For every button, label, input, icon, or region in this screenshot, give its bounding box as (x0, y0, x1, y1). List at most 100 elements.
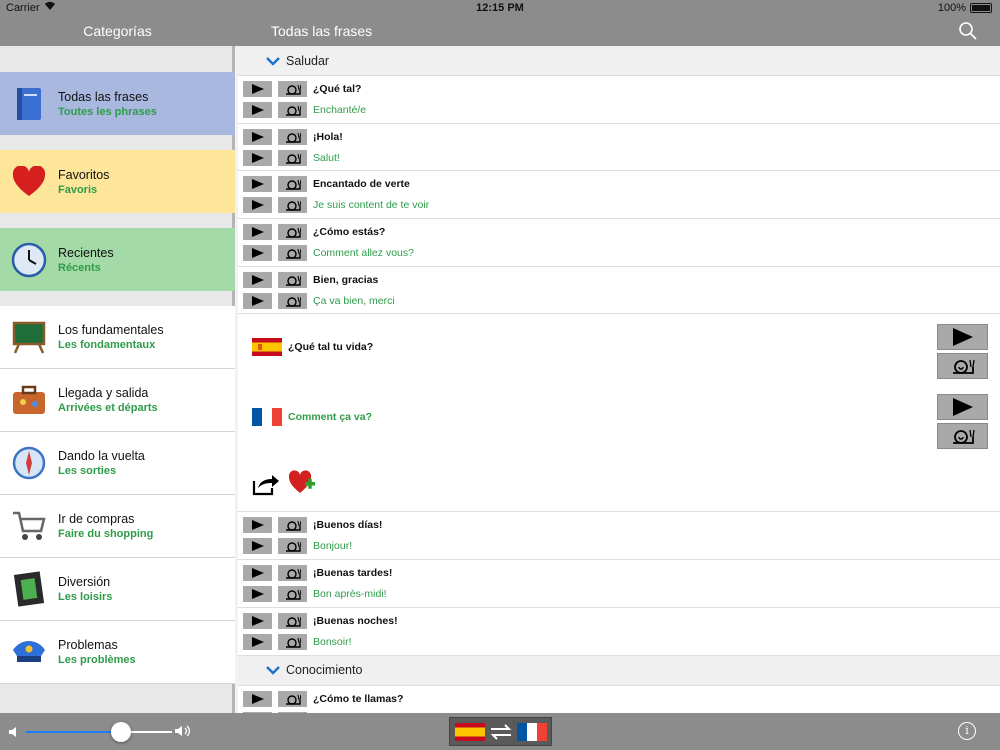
phrase-row[interactable]: ¿Qué tal? Enchanté/e (238, 76, 1000, 124)
navigation-bar: Categorías Todas las frases (0, 16, 1000, 46)
play-button[interactable] (243, 245, 272, 262)
slow-play-french-button[interactable] (937, 423, 988, 450)
play-icon (251, 152, 264, 163)
play-button[interactable] (243, 612, 272, 629)
cart-icon (0, 509, 58, 543)
phrase-spanish: ¡Buenos días! (313, 519, 383, 532)
sidebar-item-favoritos[interactable]: Favoritos Favoris (0, 150, 235, 213)
phrase-row[interactable]: ¿Cómo estás? Comment allez vous? (238, 219, 1000, 267)
snail-icon (285, 84, 301, 95)
snail-icon (285, 227, 301, 238)
slow-play-spanish-button[interactable] (937, 353, 988, 380)
phrase-spanish: ¿Cómo estás? (313, 226, 386, 239)
play-button[interactable] (243, 633, 272, 650)
slow-play-button[interactable] (278, 612, 307, 629)
play-button[interactable] (243, 81, 272, 97)
volume-slider-knob[interactable] (110, 722, 131, 742)
share-icon[interactable] (252, 472, 280, 501)
slow-play-button[interactable] (278, 176, 307, 193)
section-header-conocimiento[interactable]: Conocimiento (238, 655, 1000, 686)
slow-play-button[interactable] (278, 128, 307, 145)
slow-play-button[interactable] (278, 517, 307, 534)
sidebar-item-ir-de-compras[interactable]: Ir de compras Faire du shopping (0, 495, 235, 558)
play-button[interactable] (243, 224, 272, 241)
slow-play-button[interactable] (278, 197, 307, 214)
sidebar-item-problemas[interactable]: Problemas Les problèmes (0, 621, 235, 684)
play-button[interactable] (243, 517, 272, 534)
play-button[interactable] (243, 197, 272, 214)
slow-play-button[interactable] (278, 586, 307, 603)
slow-play-button[interactable] (278, 292, 307, 309)
sidebar-item-sublabel: Récents (58, 261, 101, 274)
play-button[interactable] (243, 176, 272, 193)
phrase-row[interactable]: ¿Cómo te llamas? (238, 686, 1000, 713)
phrase-french: Bonjour! (313, 540, 353, 553)
slow-play-button[interactable] (278, 102, 307, 118)
section-header-saludar[interactable]: Saludar (238, 46, 1000, 76)
sidebar-item-diversión[interactable]: Diversión Les loisirs (0, 558, 235, 621)
slow-play-button[interactable] (278, 538, 307, 555)
france-flag-icon (252, 408, 282, 427)
phrase-row[interactable]: ¡Hola! Salut! (238, 124, 1000, 172)
play-icon (251, 200, 264, 211)
phrase-row[interactable]: ¡Buenas noches! Bonsoir! (238, 608, 1000, 656)
chevron-down-icon (266, 56, 280, 66)
search-icon[interactable] (958, 21, 978, 41)
phrase-french: Ça va bien, merci (313, 294, 395, 307)
phrase-row[interactable]: ¡Buenos días! Bonjour! (238, 512, 1000, 561)
play-button[interactable] (243, 128, 272, 145)
status-bar: Carrier 12:15 PM 100% (0, 0, 1000, 16)
play-button[interactable] (243, 149, 272, 166)
phrase-french: Enchanté/e (313, 104, 367, 116)
phrase-list[interactable]: Saludar ¿Qué tal? Enchanté/e ¡Hola! Salut! E… (238, 46, 1000, 713)
sidebar-item-dando-la-vuelta[interactable]: Dando la vuelta Les sorties (0, 432, 235, 495)
play-icon (251, 636, 264, 647)
phrase-row[interactable]: Bien, gracias Ça va bien, merci (238, 267, 1000, 315)
play-button[interactable] (243, 292, 272, 309)
slow-play-button[interactable] (278, 81, 307, 97)
compass-icon (0, 445, 58, 481)
sidebar-item-llegada-y-salida[interactable]: Llegada y salida Arrivées et départs (0, 369, 235, 432)
sidebar-item-recientes[interactable]: Recientes Récents (0, 228, 235, 291)
slow-play-button[interactable] (278, 565, 307, 582)
play-icon (251, 274, 264, 285)
sidebar-item-sublabel: Les sorties (58, 465, 117, 477)
play-button[interactable] (243, 690, 272, 707)
slow-play-button[interactable] (278, 245, 307, 262)
play-button[interactable] (243, 538, 272, 555)
sidebar-item-label: Los fundamentales (58, 323, 164, 337)
play-french-button[interactable] (937, 394, 988, 421)
phrase-spanish: ¡Hola! (313, 130, 343, 143)
sidebar-item-sublabel: Les fondamentaux (58, 339, 156, 351)
phrase-row[interactable]: ¡Buenas tardes! Bon après-midi! (238, 560, 1000, 608)
slow-play-button[interactable] (278, 633, 307, 650)
sidebar-item-label: Diversión (58, 575, 111, 589)
slow-play-button[interactable] (278, 690, 307, 707)
clock-icon (0, 242, 58, 278)
info-icon[interactable]: i (958, 722, 976, 740)
play-icon (251, 131, 264, 142)
sidebar-item-label: Dando la vuelta (58, 449, 145, 463)
sidebar-item-sublabel: Arrivées et départs (58, 402, 158, 414)
category-list: Los fundamentales Les fondamentaux Llegada… (0, 306, 235, 684)
sidebar-item-todas-las-frases[interactable]: Todas las frases Toutes les phrases (0, 72, 235, 135)
snail-icon (285, 275, 301, 286)
play-button[interactable] (243, 271, 272, 288)
slow-play-button[interactable] (278, 149, 307, 166)
add-favorite-icon[interactable] (288, 470, 316, 501)
sidebar-item-los-fundamentales[interactable]: Los fundamentales Les fondamentaux (0, 306, 235, 369)
slow-play-button[interactable] (278, 224, 307, 241)
play-button[interactable] (243, 565, 272, 582)
phrase-row[interactable]: Encantado de verte Je suis content de te … (238, 171, 1000, 220)
sidebar-item-sublabel: Faire du shopping (58, 528, 154, 540)
detail-spanish-text: ¿Qué tal tu vida? (288, 341, 374, 354)
snail-icon (285, 132, 301, 143)
play-icon (251, 693, 264, 704)
phrase-french: Je suis content de te voir (313, 199, 430, 212)
detail-french: Comment ça va? (252, 408, 372, 427)
play-button[interactable] (243, 586, 272, 603)
play-button[interactable] (243, 102, 272, 118)
slow-play-button[interactable] (278, 271, 307, 288)
play-spanish-button[interactable] (937, 324, 988, 351)
language-swap-button[interactable] (449, 717, 552, 746)
